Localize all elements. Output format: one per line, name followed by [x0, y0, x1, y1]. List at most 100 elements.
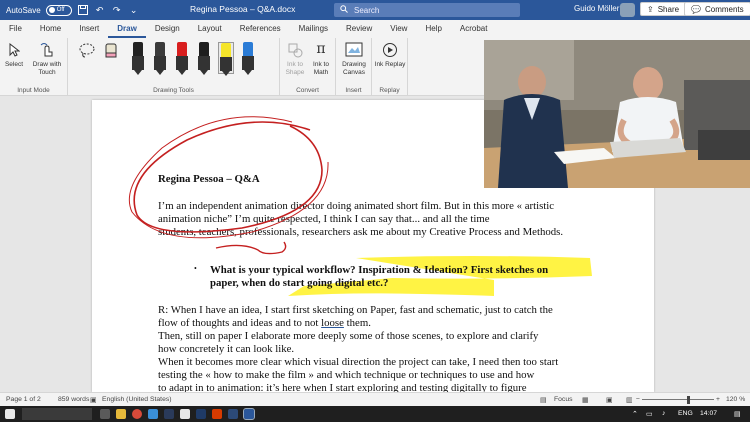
lasso-icon	[78, 41, 96, 59]
pen-cap	[177, 42, 187, 56]
focus-icon[interactable]: ▤	[540, 396, 546, 404]
zoom-in-icon[interactable]: +	[716, 396, 720, 403]
zoom-slider[interactable]	[642, 399, 714, 400]
document-title: Regina Pessoa – Q&A.docx	[190, 4, 296, 14]
pen-body	[176, 56, 188, 70]
taskbar: ⌃ ▭ ♪ ENG 14:07 ▤	[0, 406, 750, 422]
toggle-knob	[48, 7, 55, 13]
tab-mailings[interactable]: Mailings	[290, 20, 337, 38]
draw-with-touch-button[interactable]: Draw with Touch	[28, 41, 66, 76]
canvas-icon	[345, 41, 363, 59]
highlighter-yellow[interactable]	[218, 42, 234, 76]
tab-references[interactable]: References	[231, 20, 290, 38]
proofing-icon[interactable]: ▣	[90, 396, 96, 404]
eraser-button[interactable]	[100, 41, 122, 61]
office-icon[interactable]	[212, 409, 222, 419]
zoom-slider-thumb[interactable]	[687, 396, 690, 404]
lightroom-icon[interactable]	[164, 409, 174, 419]
focus-button[interactable]: Focus	[554, 396, 573, 403]
pen-body	[132, 56, 144, 70]
undo-icon[interactable]: ↶	[94, 4, 106, 16]
tab-review[interactable]: Review	[337, 20, 381, 38]
chrome-icon[interactable]	[132, 409, 142, 419]
tab-view[interactable]: View	[381, 20, 416, 38]
task-view-icon[interactable]	[100, 409, 110, 419]
taskbar-search[interactable]	[22, 408, 92, 420]
app-icon[interactable]	[180, 409, 190, 419]
shape-icon	[286, 41, 304, 59]
status-bar: Page 1 of 2 859 words ▣ English (United …	[0, 392, 750, 406]
pencil-black[interactable]	[196, 42, 212, 75]
ink-replay-label: Ink Replay	[374, 61, 406, 68]
read-mode-icon[interactable]: ▦	[582, 396, 588, 404]
tab-draw[interactable]: Draw	[108, 20, 146, 38]
autosave-state: Off	[56, 7, 65, 13]
ink-to-shape-label: Ink to Shape	[285, 61, 305, 76]
page-count[interactable]: Page 1 of 2	[6, 396, 41, 403]
comments-label: Comments	[704, 4, 744, 14]
tab-help[interactable]: Help	[416, 20, 450, 38]
ink-to-shape-button[interactable]: Ink to Shape	[282, 41, 308, 76]
photoshop-icon[interactable]	[196, 409, 206, 419]
ink-to-math-label: Ink to Math	[313, 61, 329, 76]
pen-tip	[156, 70, 164, 75]
language-status[interactable]: English (United States)	[102, 396, 172, 403]
replay-group: Ink Replay Replay	[372, 38, 408, 96]
drawing-canvas-button[interactable]: Drawing Canvas	[338, 41, 370, 76]
math-icon: π	[316, 41, 326, 58]
avatar[interactable]	[620, 3, 635, 17]
customize-icon[interactable]: ⌄	[128, 4, 140, 16]
mail-icon[interactable]	[148, 409, 158, 419]
word-count[interactable]: 859 words	[58, 396, 89, 403]
pen-cap	[155, 42, 165, 56]
zoom-out-icon[interactable]: −	[636, 396, 640, 403]
tab-layout[interactable]: Layout	[189, 20, 231, 38]
redo-icon[interactable]: ↷	[111, 4, 123, 16]
drawing-tools-label: Drawing Tools	[153, 87, 194, 94]
pen-blue[interactable]	[240, 42, 256, 75]
keyboard-language[interactable]: ENG	[678, 410, 693, 417]
tab-home[interactable]: Home	[31, 20, 70, 38]
pen-body	[242, 56, 254, 70]
search-box[interactable]: Search	[334, 3, 520, 17]
premiere-icon[interactable]	[228, 409, 238, 419]
cursor-icon	[5, 41, 23, 59]
windows-start-icon[interactable]	[5, 409, 15, 419]
lasso-select-button[interactable]	[76, 41, 98, 61]
file-explorer-icon[interactable]	[116, 409, 126, 419]
tab-design[interactable]: Design	[146, 20, 189, 38]
title-bar: AutoSave Off ↶ ↷ ⌄ Regina Pessoa – Q&A.d…	[0, 0, 750, 20]
zoom-level[interactable]: 120 %	[726, 396, 745, 403]
drawing-tools-group: Drawing Tools	[68, 38, 280, 96]
share-icon: ⇪	[647, 4, 654, 14]
network-icon[interactable]: ▭	[646, 410, 652, 418]
tab-file[interactable]: File	[0, 20, 31, 38]
search-placeholder: Search	[354, 5, 380, 15]
pen-dark[interactable]	[152, 42, 168, 75]
print-layout-icon[interactable]: ▣	[606, 396, 612, 404]
convert-label: Convert	[296, 87, 319, 94]
web-layout-icon[interactable]: ▥	[626, 396, 632, 404]
save-icon[interactable]	[77, 4, 89, 16]
tab-acrobat[interactable]: Acrobat	[451, 20, 497, 38]
system-tray-icon[interactable]: ⌃	[632, 410, 638, 418]
pen-tip	[244, 70, 252, 75]
pen-black[interactable]	[130, 42, 146, 75]
convert-group: Ink to Shape π Ink to Math Convert	[280, 38, 336, 96]
volume-icon[interactable]: ♪	[662, 410, 665, 417]
notifications-icon[interactable]: ▤	[734, 410, 740, 418]
comments-button[interactable]: 💬 Comments	[684, 2, 750, 16]
word-taskbar-icon[interactable]	[243, 408, 255, 420]
share-button[interactable]: ⇪ Share	[640, 2, 687, 16]
ink-to-math-button[interactable]: π Ink to Math	[308, 41, 334, 76]
red-ink-underline	[215, 241, 287, 255]
pen-body	[154, 56, 166, 70]
pen-red[interactable]	[174, 42, 190, 75]
ink-replay-button[interactable]: Ink Replay	[374, 41, 406, 69]
autosave-toggle[interactable]: Off	[45, 4, 72, 16]
tab-insert[interactable]: Insert	[70, 20, 108, 38]
user-name[interactable]: Guido Möller	[574, 4, 619, 13]
clock[interactable]: 14:07	[700, 410, 717, 417]
search-icon	[340, 5, 348, 15]
select-button[interactable]: Select	[3, 41, 25, 69]
